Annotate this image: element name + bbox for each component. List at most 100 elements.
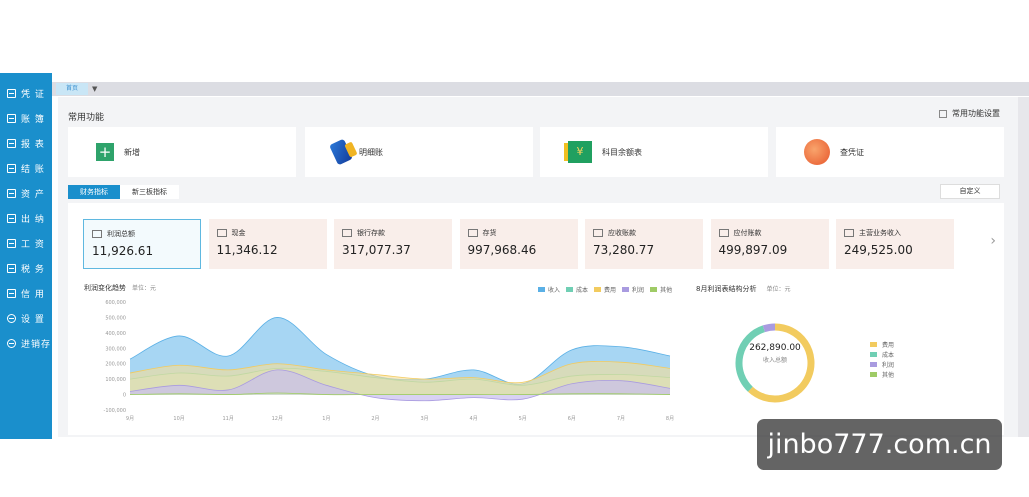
sidebar-item-label: 结 账 [21, 165, 45, 175]
gear-icon [7, 314, 16, 323]
y-tick-label: 600,000 [105, 300, 126, 306]
scroll-area [1018, 97, 1029, 437]
sidebar-item-3[interactable]: 结 账 [0, 156, 52, 181]
x-tick-label: 2月 [371, 416, 379, 422]
kpi-title: 应付账款 [733, 229, 762, 237]
kpi-icon [718, 229, 729, 237]
tab-financial-indicators[interactable]: 财务指标 [68, 185, 120, 199]
sidebar-item-label: 报 表 [21, 140, 45, 150]
trend-unit: 单位：元 [132, 285, 157, 292]
legend-label: 费用 [882, 341, 895, 349]
customize-button[interactable]: 自定义 [940, 184, 1000, 199]
top-blank-area [0, 0, 1029, 82]
sidebar-item-4[interactable]: 资 产 [0, 181, 52, 206]
sidebar-item-1[interactable]: 账 簿 [0, 106, 52, 131]
kpi-title: 银行存款 [357, 229, 385, 237]
sidebar-item-10[interactable]: 进销存 [0, 331, 52, 356]
y-tick-label: 200,000 [105, 362, 126, 368]
kpi-icon [467, 229, 478, 237]
kpi-card-4[interactable]: 应收账款 73,280.77 [585, 219, 703, 269]
sidebar-item-9[interactable]: 设 置 [0, 306, 52, 331]
kpi-card-1[interactable]: 现金 11,346.12 [208, 219, 327, 269]
kpi-title: 现金 [231, 229, 246, 237]
y-tick-label: 400,000 [105, 331, 126, 337]
cashier-icon [7, 214, 16, 223]
kpi-card-0[interactable]: 利润总额 11,926.61 [83, 219, 201, 269]
kpi-title: 利润总额 [107, 230, 135, 238]
main-content: 常用功能 常用功能设置 + 新增 明细账 ¥ 科目余额表 查凭证 财务指标 新三… [58, 97, 1018, 437]
quick-card-add[interactable]: + 新增 [68, 127, 296, 177]
legend-item-2[interactable]: 费用 [594, 285, 616, 294]
quick-settings-label: 常用功能设置 [952, 109, 1000, 118]
kpi-title-row: 银行存款 [342, 228, 452, 238]
kpi-panel: 利润总额 11,926.61 现金 11,346.12 银行存款 317,077.37 存货… [68, 203, 1004, 435]
quick-card-label: 明细账 [359, 147, 383, 157]
sidebar-item-label: 账 簿 [21, 115, 45, 125]
watermark: jinbo777.com.cn [757, 419, 1002, 470]
x-tick-label: 8月 [666, 416, 674, 422]
pie-center-value: 262,890.00 [749, 343, 801, 353]
quick-card-balance-sheet[interactable]: ¥ 科目余额表 [540, 127, 768, 177]
tab-neeq-indicators[interactable]: 新三板指标 [120, 185, 179, 199]
tab-dropdown-icon[interactable]: ▼ [92, 83, 97, 95]
kpi-value: 997,968.46 [467, 243, 537, 257]
sidebar-item-label: 进销存 [21, 340, 52, 350]
sidebar-item-label: 出 纳 [21, 215, 45, 225]
sidebar-item-6[interactable]: 工 资 [0, 231, 52, 256]
tab-home[interactable]: 首页 [56, 83, 88, 95]
trend-legend: 收入 成本 费用 利润 其他 [538, 285, 678, 294]
chevron-right-icon[interactable]: › [990, 233, 996, 249]
kpi-card-5[interactable]: 应付账款 499,897.09 [710, 219, 829, 269]
sidebar-item-2[interactable]: 报 表 [0, 131, 52, 156]
plus-icon: + [96, 143, 114, 161]
legend-item-0[interactable]: 收入 [538, 285, 560, 294]
pie-chart-title: 8月利润表结构分析 单位：元 [696, 284, 790, 294]
legend-swatch [870, 361, 877, 367]
sidebar-item-7[interactable]: 税 务 [0, 256, 52, 281]
kpi-value: 73,280.77 [593, 243, 655, 257]
kpi-title-row: 应收账款 [593, 228, 703, 238]
legend-label: 利润 [882, 361, 895, 369]
quick-settings-button[interactable]: 常用功能设置 [939, 108, 1000, 119]
legend-label: 利润 [632, 287, 645, 294]
legend-swatch [870, 371, 877, 377]
x-tick-label: 5月 [519, 416, 527, 422]
quick-card-voucher-search[interactable]: 查凭证 [776, 127, 1004, 177]
legend-item-4[interactable]: 其他 [650, 285, 672, 294]
sidebar-item-5[interactable]: 出 纳 [0, 206, 52, 231]
kpi-card-6[interactable]: 主营业务收入 249,525.00 [836, 219, 954, 269]
sidebar-item-8[interactable]: 信 用 [0, 281, 52, 306]
pie-legend-item-1[interactable]: 成本 [870, 349, 894, 359]
voucher-icon [7, 89, 16, 98]
quick-card-label: 科目余额表 [602, 147, 642, 157]
pie-legend-item-3[interactable]: 其他 [870, 369, 894, 379]
pie-center: 262,890.00 收入总额 [735, 343, 815, 364]
quick-card-detail-ledger[interactable]: 明细账 [305, 127, 533, 177]
kpi-card-2[interactable]: 银行存款 317,077.37 [334, 219, 452, 269]
legend-item-3[interactable]: 利润 [622, 285, 644, 294]
kpi-title: 存货 [482, 229, 497, 237]
kpi-value: 11,346.12 [216, 243, 278, 257]
sidebar-item-label: 工 资 [21, 240, 45, 250]
kpi-title: 应收账款 [608, 229, 636, 237]
pie-legend: 费用 成本利润 其他 [870, 339, 894, 379]
y-tick-label: 100,000 [105, 377, 126, 383]
sidebar-item-0[interactable]: 凭 证 [0, 81, 52, 106]
pie-legend-item-0[interactable]: 费用 [870, 339, 894, 349]
indicator-tabs: 财务指标 新三板指标 [68, 185, 179, 199]
trend-title: 利润变化趋势 [84, 284, 126, 292]
legend-swatch [622, 287, 630, 292]
kpi-card-3[interactable]: 存货 997,968.46 [459, 219, 578, 269]
kpi-title-row: 现金 [216, 228, 327, 238]
money-icon: ¥ [564, 141, 592, 163]
legend-item-1[interactable]: 成本 [566, 285, 588, 294]
trend-chart: 600,000 500,000 400,000 300,000 200,000 100,0… [104, 300, 675, 422]
pie-legend-item-2[interactable]: 利润 [870, 359, 894, 369]
kpi-title-row: 存货 [467, 228, 578, 238]
pie-center-label: 收入总额 [762, 357, 787, 364]
kpi-icon [593, 229, 603, 237]
checkout-icon [7, 164, 16, 173]
x-tick-label: 10月 [173, 416, 184, 422]
kpi-icon [92, 230, 102, 238]
legend-label: 费用 [604, 287, 617, 294]
